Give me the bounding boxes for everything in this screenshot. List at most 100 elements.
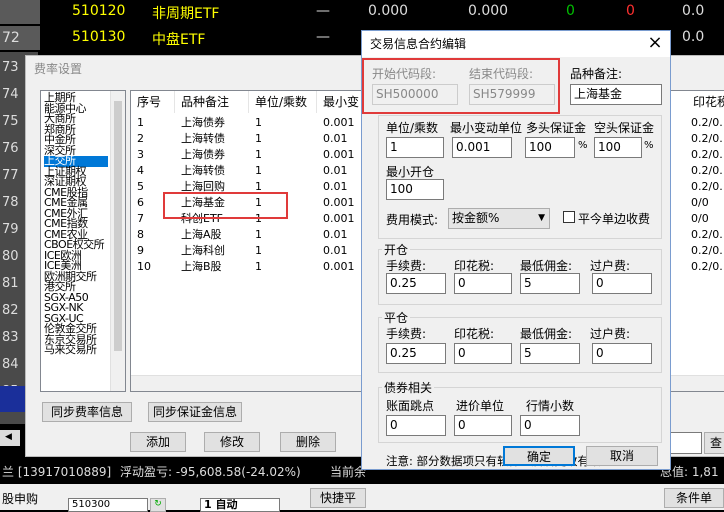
row-number: 73 <box>2 60 19 75</box>
cell-min: 0.001 <box>323 116 355 129</box>
remark-field[interactable]: 上海基金 <box>570 84 662 105</box>
bottom-toolbar: 股申购 510300 ↻ 1 自动 快捷平 条件单 <box>0 484 724 512</box>
col-header-unit[interactable]: 单位/乘数 <box>249 91 317 113</box>
short-margin-label: 空头保证金 <box>594 121 655 135</box>
condition-order-button[interactable]: 条件单 <box>664 488 724 508</box>
close-transfer-label: 过户费: <box>590 327 631 341</box>
chevron-down-icon: ▼ <box>538 213 545 223</box>
ok-button[interactable]: 确定 <box>503 446 575 466</box>
book-jump-field[interactable]: 0 <box>386 415 446 436</box>
cell-name: 上海B股 <box>181 260 222 273</box>
quote-cell: 0.000 <box>468 3 509 19</box>
cell-no: 4 <box>137 164 144 177</box>
row-number: 79 <box>2 222 19 237</box>
cell-no: 3 <box>137 148 144 161</box>
close-group-label: 平仓 <box>382 309 411 326</box>
col-header-remark[interactable]: 品种备注 <box>175 91 249 113</box>
col-header-stamp[interactable]: 印花税 <box>687 91 724 113</box>
flat-today-label: 平今单边收费 <box>578 212 651 226</box>
quote-name: 非周期ETF <box>152 6 220 22</box>
percent-label: % <box>578 140 588 151</box>
cell-unit: 1 <box>255 228 262 241</box>
close-transfer-field[interactable]: 0 <box>592 343 652 364</box>
contract-edit-dialog: 交易信息合约编辑 × 开始代码段: SH500000 结束代码段: SH5799… <box>361 30 671 470</box>
scroll-thumb[interactable] <box>114 101 122 351</box>
close-stamp-label: 印花税: <box>454 327 495 341</box>
cell-no: 10 <box>137 260 151 273</box>
row-number: 80 <box>2 249 19 264</box>
delete-button[interactable]: 删除 <box>280 432 336 452</box>
cell-no: 7 <box>137 212 144 225</box>
search-button[interactable]: 查 <box>704 432 724 454</box>
open-group-label: 开仓 <box>382 241 411 258</box>
cell-min: 0.001 <box>323 148 355 161</box>
fee-mode-select[interactable]: 按金额% ▼ <box>448 208 550 229</box>
cell-stamp: 0.2/0. <box>691 164 723 177</box>
row-number: 83 <box>2 330 19 345</box>
cell-no: 2 <box>137 132 144 145</box>
row-number: 82 <box>2 303 19 318</box>
exchange-tree[interactable]: 上期所 能源中心 大商所 郑商所 中金所 深交所 上交所 上证期权 深证期权 CME股指 CME金属… <box>40 90 126 392</box>
open-min-field[interactable]: 5 <box>520 273 580 294</box>
ipo-tab[interactable]: 股申购 <box>2 490 38 507</box>
cell-min: 0.01 <box>323 244 348 257</box>
quote-code: 510130 <box>72 29 126 45</box>
sync-margin-button[interactable]: 同步保证金信息 <box>148 402 242 422</box>
col-header-no[interactable]: 序号 <box>131 91 175 113</box>
start-code-field[interactable]: SH500000 <box>372 84 458 105</box>
quote-name: 中盘ETF <box>152 32 206 48</box>
quote-decimal-field[interactable]: 0 <box>520 415 580 436</box>
open-stamp-field[interactable]: 0 <box>454 273 512 294</box>
cell-stamp: 0.2/0. <box>691 148 723 161</box>
cell-min: 0.001 <box>323 260 355 273</box>
end-code-label: 结束代码段: <box>469 67 534 81</box>
account-label: 兰 [13917010889] <box>2 465 112 479</box>
cell-unit: 1 <box>255 148 262 161</box>
row-number: 78 <box>2 195 19 210</box>
bond-group-label: 债券相关 <box>382 379 435 396</box>
cell-min: 0.01 <box>323 164 348 177</box>
close-stamp-field[interactable]: 0 <box>454 343 512 364</box>
min-change-field[interactable]: 0.001 <box>452 137 512 158</box>
cell-min: 0.01 <box>323 228 348 241</box>
open-transfer-field[interactable]: 0 <box>592 273 652 294</box>
quote-cell: 0.000 <box>368 3 409 19</box>
open-fee-field[interactable]: 0.25 <box>386 273 446 294</box>
short-margin-field[interactable]: 100 <box>594 137 642 158</box>
flat-today-checkbox[interactable] <box>563 211 575 223</box>
scroll-left-icon[interactable]: ◀ <box>0 430 20 446</box>
cell-unit: 1 <box>255 116 262 129</box>
quote-cell: 0 <box>566 3 575 19</box>
long-margin-field[interactable]: 100 <box>525 137 575 158</box>
min-open-field[interactable]: 100 <box>386 179 444 200</box>
row-number <box>0 0 40 24</box>
sync-fee-button[interactable]: 同步费率信息 <box>42 402 132 422</box>
edit-button[interactable]: 修改 <box>204 432 260 452</box>
end-code-field[interactable]: SH579999 <box>469 84 555 105</box>
cell-no: 1 <box>137 116 144 129</box>
add-button[interactable]: 添加 <box>130 432 186 452</box>
cell-name: 上海转债 <box>181 164 225 177</box>
quote-cell: 0.0 <box>682 3 705 19</box>
cell-name: 上海科创 <box>181 244 225 257</box>
cell-no: 9 <box>137 244 144 257</box>
note-text: 注意: 部分数据项只有软件重启后更改有效。 <box>386 454 613 468</box>
quote-row[interactable]: 510120 非周期ETF — 0.000 0.000 0 0 0.0 <box>0 0 724 24</box>
quick-close-button[interactable]: 快捷平 <box>310 488 366 508</box>
quote-cell: — <box>316 3 330 19</box>
open-min-label: 最低佣金: <box>520 259 573 273</box>
cell-unit: 1 <box>255 132 262 145</box>
close-min-field[interactable]: 5 <box>520 343 580 364</box>
close-icon[interactable]: × <box>644 33 666 55</box>
unit-field[interactable]: 1 <box>386 137 444 158</box>
cell-min: 0.01 <box>323 132 348 145</box>
cell-no: 8 <box>137 228 144 241</box>
cancel-button[interactable]: 取消 <box>586 446 658 466</box>
cell-name: 上海A股 <box>181 228 222 241</box>
fee-mode-label: 费用模式: <box>386 213 439 227</box>
price-unit-field[interactable]: 0 <box>454 415 512 436</box>
tree-scrollbar[interactable] <box>110 91 125 391</box>
cell-unit: 1 <box>255 164 262 177</box>
cell-stamp: 0.2/0. <box>691 180 723 193</box>
close-fee-field[interactable]: 0.25 <box>386 343 446 364</box>
